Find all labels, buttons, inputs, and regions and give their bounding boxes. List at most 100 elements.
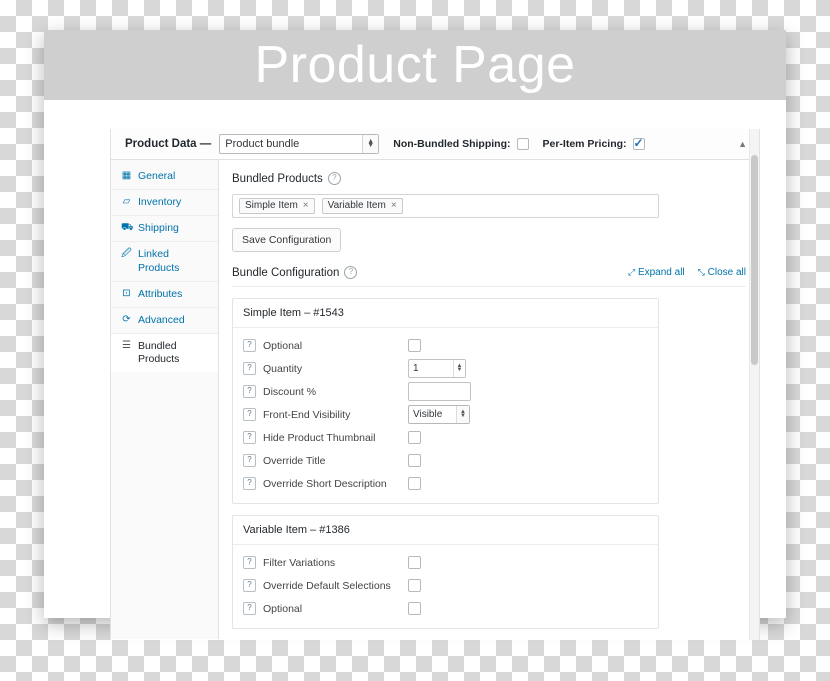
help-icon[interactable]: ? (243, 579, 256, 592)
tab-bundled-products-label: Bundled Products (138, 339, 180, 365)
collapse-icon: ⤡ (697, 267, 705, 277)
field-optional-checkbox[interactable] (408, 339, 421, 352)
token-simple-item-label: Simple Item (245, 200, 298, 211)
field-override-default-selections-label: Override Default Selections (263, 579, 391, 592)
tab-attributes-label: Attributes (138, 287, 183, 300)
tab-bundled-products[interactable]: ☰ Bundled Products (111, 333, 218, 373)
bundled-products-title: Bundled Products (232, 172, 323, 185)
tab-inventory-label: Inventory (138, 196, 182, 209)
tab-linked-products[interactable]: 🖉 Linked Products (111, 242, 218, 282)
help-icon[interactable]: ? (327, 172, 341, 185)
help-icon[interactable]: ? (243, 431, 256, 444)
tab-advanced-label: Advanced (138, 313, 185, 326)
tab-general-label: General (138, 170, 176, 182)
field-filter-variations-label: Filter Variations (263, 556, 336, 569)
field-filter-variations-checkbox[interactable] (408, 556, 421, 569)
product-page-card: Product Page Product Data — Product bund… (44, 30, 786, 640)
tab-attributes[interactable]: ⊡ Attributes (111, 282, 218, 308)
field-filter-variations: ? Filter Variations (233, 551, 658, 574)
save-configuration-button[interactable]: Save Configuration (232, 228, 342, 252)
chevron-updown-icon: ▲ ▼ (456, 406, 469, 423)
token-variable-item[interactable]: Variable Item × (321, 198, 403, 214)
tab-inventory[interactable]: ▱ Inventory (111, 190, 218, 217)
field-optional-2-label: Optional (263, 602, 303, 615)
help-icon[interactable]: ? (243, 454, 256, 467)
field-front-end-visibility-select[interactable]: Visible ▲ ▼ (408, 405, 470, 424)
field-override-default-selections-checkbox[interactable] (408, 579, 421, 592)
field-front-end-visibility-label: Front-End Visibility (263, 408, 351, 421)
expand-icon: ⤢ (627, 267, 636, 277)
page-title: Product Page (254, 36, 576, 94)
panel-scrollbar-thumb[interactable] (751, 155, 758, 365)
product-type-select[interactable]: Product bundle ▲ ▼ (219, 134, 380, 154)
close-icon[interactable]: × (303, 200, 309, 211)
bundle-configuration-title: Bundle Configuration (232, 266, 340, 279)
field-override-short-description-checkbox[interactable] (408, 477, 421, 490)
tab-shipping-label: Shipping (138, 222, 179, 235)
help-icon[interactable]: ? (243, 362, 256, 375)
panel-body: ▦ General ▱ Inventory ⛟ Shipping 🖉 Linke… (111, 160, 759, 639)
expand-all-label: Expand all (637, 267, 685, 278)
panel-scrollbar-track[interactable] (749, 129, 759, 640)
tab-linked-products-label: Linked Products (138, 248, 180, 274)
product-data-tabs: ▦ General ▱ Inventory ⛟ Shipping 🖉 Linke… (111, 160, 219, 639)
bundled-item-title[interactable]: Variable Item – #1386 (233, 516, 658, 545)
truck-icon: ⛟ (121, 222, 134, 234)
help-icon[interactable]: ? (243, 556, 256, 569)
attributes-icon: ⊡ (122, 287, 131, 299)
field-front-end-visibility-value: Visible (413, 409, 443, 420)
bundled-products-input[interactable]: Simple Item × Variable Item × (232, 194, 659, 218)
help-icon[interactable]: ? (243, 602, 256, 615)
field-quantity-input[interactable]: 1 ▲ ▼ (408, 359, 466, 378)
close-all-link[interactable]: ⤡ Close all (698, 267, 746, 278)
field-override-title-label: Override Title (263, 454, 326, 467)
non-bundled-shipping-checkbox[interactable] (516, 138, 529, 150)
bundle-configuration-heading: Bundle Configuration ? ⤢ Expand all ⤡ Cl… (232, 266, 746, 287)
card-header: Product Page (44, 30, 786, 100)
tab-shipping[interactable]: ⛟ Shipping (111, 216, 218, 243)
field-discount: ? Discount % (233, 380, 658, 403)
field-hide-product-thumbnail-checkbox[interactable] (408, 431, 421, 444)
field-override-short-description: ? Override Short Description (233, 472, 658, 495)
field-hide-product-thumbnail-label: Hide Product Thumbnail (263, 431, 376, 444)
field-discount-label: Discount % (263, 385, 317, 398)
per-item-pricing-checkbox[interactable] (632, 136, 645, 150)
field-optional-label: Optional (263, 339, 303, 352)
field-front-end-visibility: ? Front-End Visibility Visible ▲ ▼ (233, 403, 658, 426)
non-bundled-shipping-group[interactable]: Non-Bundled Shipping: (393, 138, 529, 150)
field-quantity-label: Quantity (263, 362, 303, 375)
help-icon[interactable]: ? (243, 477, 256, 490)
bundled-products-heading: Bundled Products ? (232, 172, 746, 185)
tab-content-bundled-products: Bundled Products ? Simple Item × Variabl… (219, 160, 759, 639)
token-variable-item-label: Variable Item (327, 200, 386, 211)
bundled-item-group: Simple Item – #1543 ? Optional ? Quantit… (232, 298, 659, 504)
chevron-updown-icon: ▲ ▼ (362, 135, 379, 153)
stepper-icon[interactable]: ▲ ▼ (453, 360, 465, 377)
field-override-default-selections: ? Override Default Selections (233, 574, 658, 597)
field-optional: ? Optional (233, 334, 658, 357)
field-override-title-checkbox[interactable] (408, 454, 421, 467)
field-quantity-value: 1 (413, 363, 419, 374)
token-simple-item[interactable]: Simple Item × (239, 198, 315, 214)
field-quantity: ? Quantity 1 ▲ ▼ (233, 357, 658, 380)
help-icon[interactable]: ? (243, 408, 256, 421)
close-icon[interactable]: × (391, 200, 397, 211)
box-icon: ▱ (122, 196, 131, 208)
field-discount-input[interactable] (408, 382, 471, 401)
expand-all-link[interactable]: ⤢ Expand all (628, 267, 685, 278)
per-item-pricing-group[interactable]: Per-Item Pricing: (542, 136, 645, 150)
product-data-toolbar: Product Data — Product bundle ▲ ▼ Non-Bun… (111, 129, 759, 160)
tab-general[interactable]: ▦ General (111, 164, 218, 191)
help-icon[interactable]: ? (243, 339, 256, 352)
field-optional-2-checkbox[interactable] (408, 602, 421, 615)
help-icon[interactable]: ? (243, 385, 256, 398)
bundled-item-title[interactable]: Simple Item – #1543 (233, 299, 658, 328)
field-override-short-description-label: Override Short Description (263, 477, 387, 490)
field-hide-product-thumbnail: ? Hide Product Thumbnail (233, 426, 658, 449)
tab-advanced[interactable]: ⟳ Advanced (111, 308, 218, 334)
bundled-item-fields: ? Optional ? Quantity 1 ▲ ▼ ? Discount %… (233, 328, 658, 503)
field-override-title: ? Override Title (233, 449, 658, 472)
per-item-pricing-label: Per-Item Pricing: (542, 138, 627, 150)
product-type-value: Product bundle (225, 138, 300, 150)
help-icon[interactable]: ? (344, 266, 358, 279)
